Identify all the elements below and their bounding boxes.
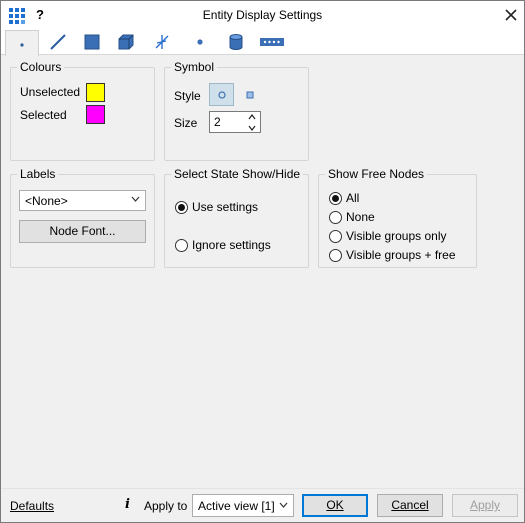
selected-label: Selected — [20, 108, 67, 122]
radio-dot — [175, 238, 188, 252]
tab-cylinder[interactable] — [219, 30, 253, 54]
entity-display-settings-dialog: ? Entity Display Settings Colours Unsele… — [0, 0, 525, 523]
apply-to-select[interactable]: Active view [1] — [192, 494, 294, 517]
tab-line[interactable] — [41, 30, 75, 54]
size-label: Size — [174, 116, 198, 130]
title-bar: ? Entity Display Settings — [1, 1, 524, 29]
cancel-button-label: Cancel — [391, 498, 429, 512]
radio-dot — [329, 229, 342, 243]
apply-to-label: Apply to — [144, 499, 188, 513]
ignore-settings-radio[interactable]: Ignore settings — [175, 238, 271, 252]
chevron-up-icon — [248, 114, 256, 120]
tab-volume[interactable] — [109, 30, 143, 54]
colours-group: Colours Unselected Selected — [10, 60, 155, 161]
free-nodes-visible-groups-free-label: Visible groups + free — [346, 248, 456, 262]
free-nodes-none-radio[interactable]: None — [329, 210, 375, 224]
labels-group: Labels <None> Node Font... — [10, 167, 155, 268]
ok-button[interactable]: OK — [302, 494, 368, 517]
symbol-group: Symbol Style Size 2 — [164, 60, 309, 161]
free-nodes-none-label: None — [346, 210, 375, 224]
dotted-line-icon — [260, 38, 284, 46]
apply-button[interactable]: Apply — [452, 494, 518, 517]
square-symbol-icon — [246, 91, 253, 98]
ignore-settings-label: Ignore settings — [192, 238, 271, 252]
free-nodes-visible-groups-label: Visible groups only — [346, 229, 447, 243]
point-icon — [197, 39, 203, 45]
labels-select[interactable]: <None> — [19, 190, 146, 211]
info-icon[interactable]: i — [125, 497, 130, 512]
select-state-group: Select State Show/Hide Use settings Igno… — [164, 167, 309, 268]
free-nodes-visible-groups-radio[interactable]: Visible groups only — [329, 229, 447, 243]
node-font-button[interactable]: Node Font... — [19, 220, 146, 243]
unselected-label: Unselected — [20, 85, 81, 99]
radio-dot — [329, 191, 342, 205]
size-value: 2 — [214, 115, 221, 129]
unselected-color-swatch[interactable] — [86, 83, 105, 102]
window-title: Entity Display Settings — [202, 8, 323, 22]
tab-surface[interactable] — [75, 30, 109, 54]
cancel-button[interactable]: Cancel — [377, 494, 443, 517]
free-nodes-all-radio[interactable]: All — [329, 191, 359, 205]
style-label: Style — [174, 89, 201, 103]
tab-node[interactable] — [5, 30, 39, 56]
tab-joint[interactable] — [145, 30, 179, 54]
select-state-group-title: Select State Show/Hide — [171, 167, 304, 181]
labels-group-title: Labels — [17, 167, 59, 181]
symbol-group-title: Symbol — [171, 60, 218, 74]
cylinder-icon — [229, 34, 243, 50]
entity-tab-strip — [1, 29, 524, 56]
node-dot-icon — [20, 42, 24, 47]
tab-dotted-line[interactable] — [255, 30, 289, 54]
use-settings-label: Use settings — [192, 200, 259, 214]
apply-button-label: Apply — [469, 498, 501, 512]
style-circle-button[interactable] — [209, 83, 234, 106]
line-icon — [50, 34, 66, 50]
free-nodes-all-label: All — [346, 191, 360, 205]
radio-dot — [175, 200, 188, 214]
size-spinner[interactable]: 2 — [209, 111, 261, 133]
radio-dot — [329, 248, 342, 262]
labels-select-value: <None> — [25, 194, 68, 208]
close-button[interactable] — [504, 3, 518, 27]
free-nodes-visible-groups-free-radio[interactable]: Visible groups + free — [329, 248, 456, 262]
selected-color-swatch[interactable] — [86, 105, 105, 124]
defaults-link[interactable]: Defaults — [10, 499, 54, 513]
use-settings-radio[interactable]: Use settings — [175, 200, 258, 214]
chevron-down-icon — [279, 502, 288, 508]
apply-to-value: Active view [1] — [198, 499, 275, 513]
circle-symbol-icon — [217, 90, 226, 99]
show-free-nodes-group: Show Free Nodes All None Visible groups … — [318, 167, 477, 268]
chevron-down-icon — [248, 125, 256, 131]
ok-button-label: OK — [326, 498, 344, 512]
colours-group-title: Colours — [17, 60, 65, 74]
close-icon — [505, 9, 517, 21]
style-square-button[interactable] — [237, 83, 262, 106]
volume-icon — [118, 34, 134, 50]
chevron-down-icon — [131, 196, 140, 202]
surface-icon — [84, 34, 100, 50]
joint-icon — [155, 35, 169, 49]
show-free-nodes-group-title: Show Free Nodes — [325, 167, 428, 181]
radio-dot — [329, 210, 342, 224]
tab-point[interactable] — [183, 30, 217, 54]
footer-divider — [1, 488, 524, 489]
spinner-arrows[interactable] — [246, 112, 258, 132]
